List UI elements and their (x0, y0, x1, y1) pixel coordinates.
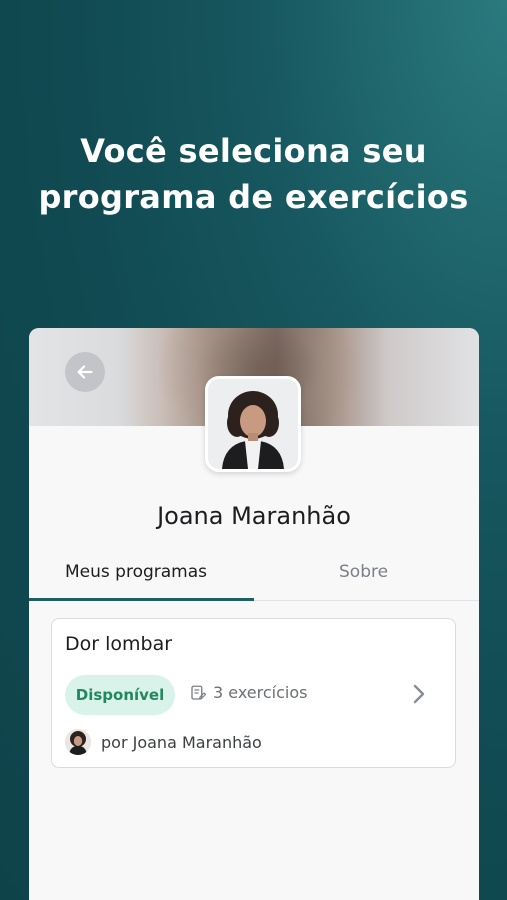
profile-name: Joana Maranhão (157, 502, 351, 530)
profile-avatar (205, 376, 301, 472)
tab-bar: Meus programas Sobre (29, 552, 479, 602)
tab-meus-programas[interactable]: Meus programas (65, 552, 207, 602)
headline: Você seleciona seu programa de exercício… (0, 128, 507, 220)
arrow-left-icon (77, 365, 93, 379)
exercise-count-label: 3 exercícios (213, 683, 308, 702)
program-title: Dor lombar (65, 633, 173, 655)
author-label: por Joana Maranhão (101, 732, 262, 752)
profile-card: Joana Maranhão Meus programas Sobre Dor … (29, 328, 479, 900)
chevron-right-icon[interactable] (408, 681, 430, 707)
document-edit-icon (191, 685, 207, 700)
program-card[interactable]: Dor lombar Disponível 3 exercícios por J… (51, 618, 456, 768)
headline-line-2: programa de exercícios (38, 178, 469, 216)
headline-line-1: Você seleciona seu (80, 132, 427, 170)
back-button[interactable] (65, 352, 105, 392)
author-avatar (65, 729, 91, 755)
avatar-portrait (208, 379, 298, 469)
program-author: por Joana Maranhão (65, 729, 262, 755)
tab-sobre[interactable]: Sobre (339, 552, 388, 602)
tab-active-indicator (29, 598, 254, 601)
status-badge: Disponível (65, 675, 175, 715)
exercise-count: 3 exercícios (189, 683, 307, 702)
